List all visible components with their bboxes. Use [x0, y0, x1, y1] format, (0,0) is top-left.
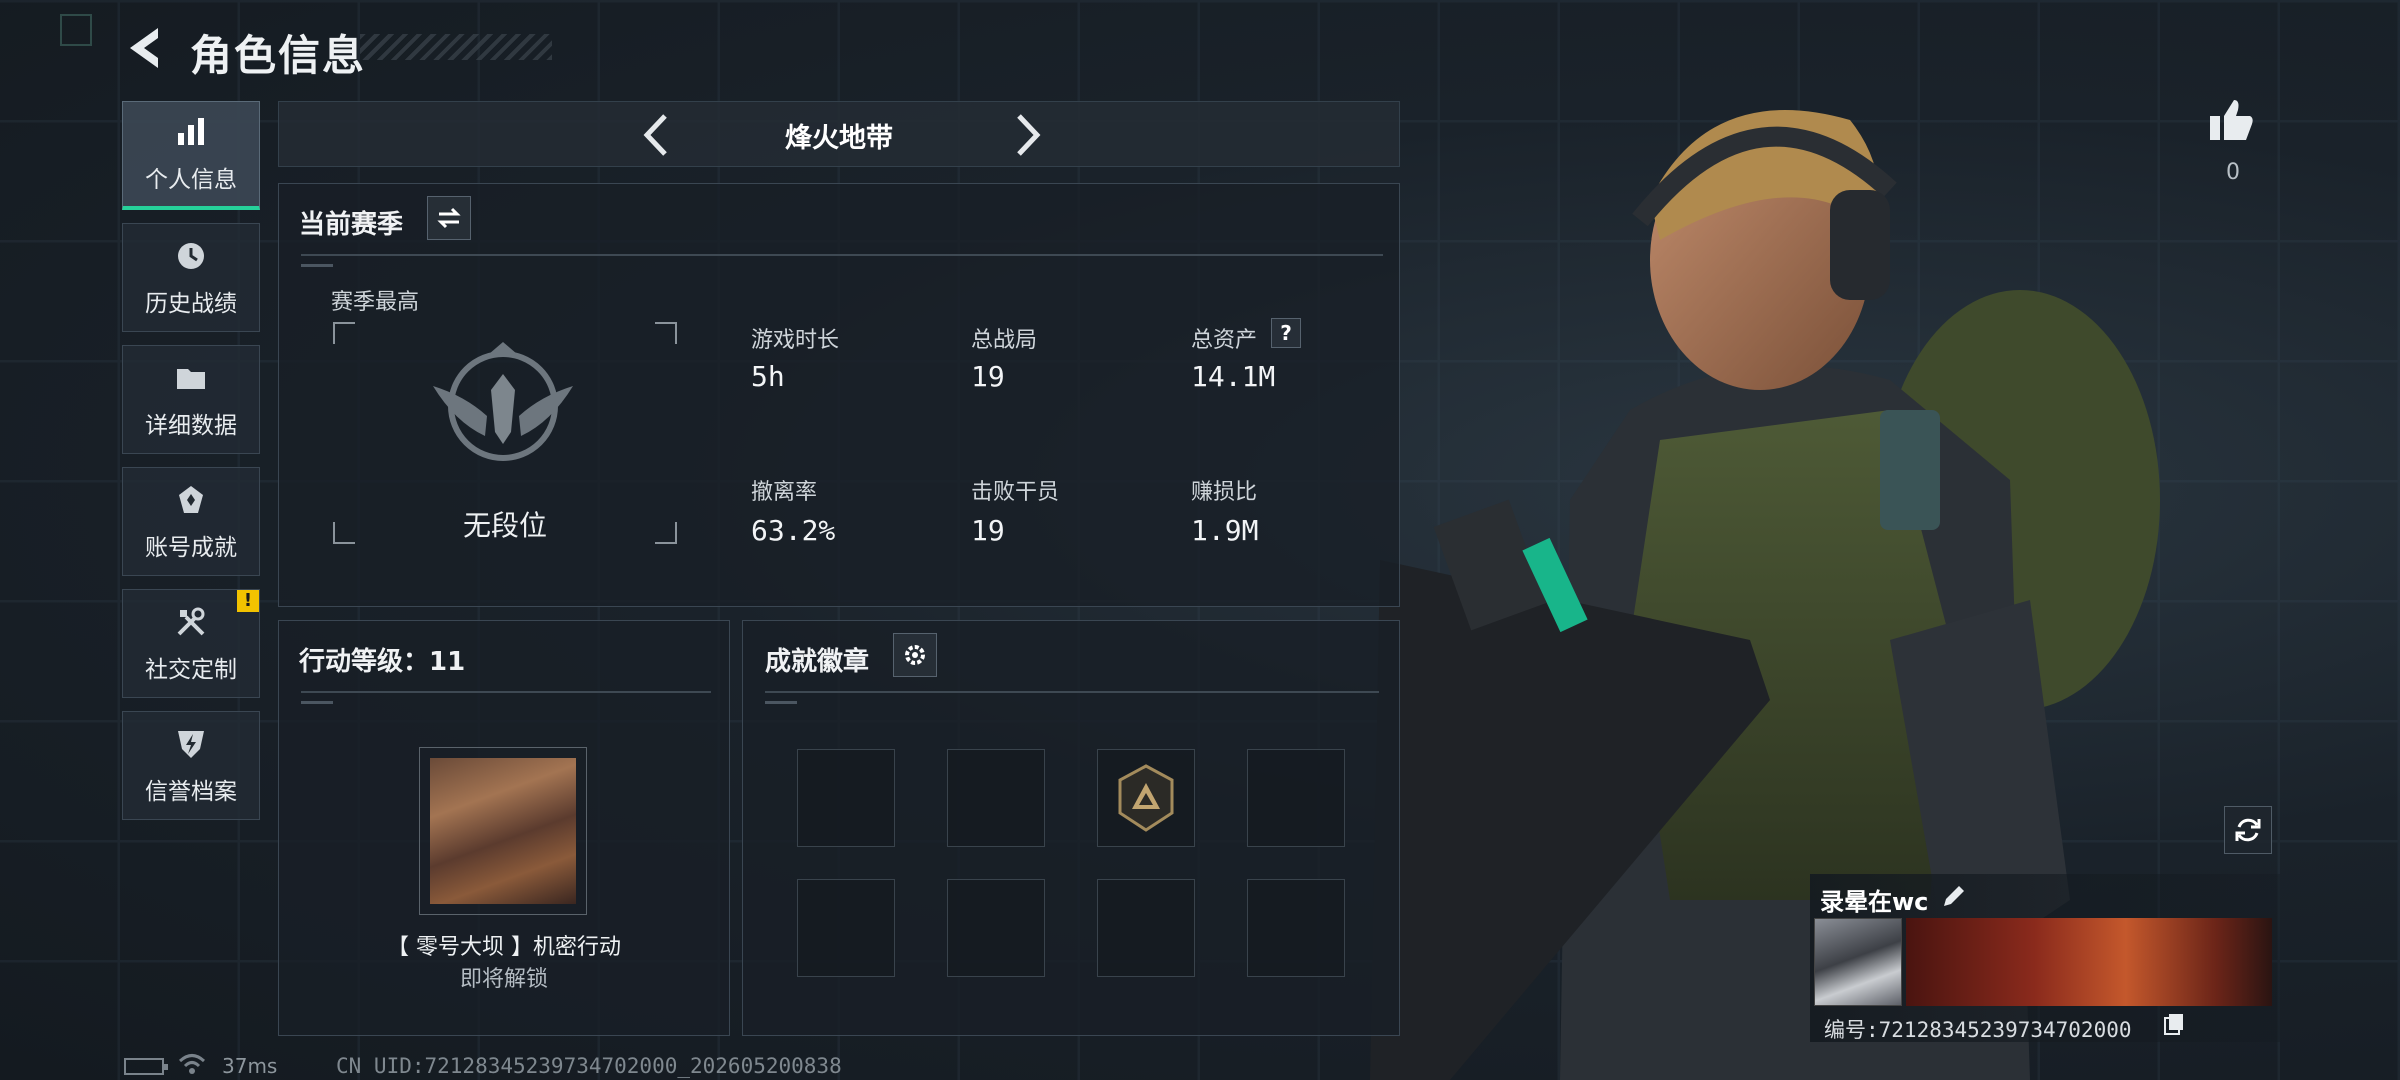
refresh-icon: [2235, 818, 2261, 842]
mode-label: 烽火地带: [785, 123, 893, 154]
sidebar-item-label: 历史战绩: [145, 290, 237, 317]
stat-label-playtime: 游戏时长: [751, 328, 840, 353]
frame-corner: [333, 522, 355, 544]
stat-label-profit-ratio: 赚损比: [1191, 480, 1258, 505]
frame-corner: [333, 322, 355, 344]
mode-selector: 烽火地带: [278, 101, 1400, 167]
action-level-panel: 行动等级：11 【 零号大坝 】机密行动 即将解锁: [278, 620, 730, 1036]
sidebar-item-reputation[interactable]: 信誉档案: [122, 711, 260, 820]
wifi-icon: [178, 1054, 206, 1074]
player-id: 编号:7212834523973470200​0: [1824, 1018, 2132, 1042]
operation-thumbnail[interactable]: [419, 747, 587, 915]
stat-value-total-matches: 19: [971, 360, 1005, 393]
sidebar-item-label: 账号成就: [145, 534, 237, 561]
stat-value-total-assets: 14.1M: [1191, 360, 1276, 393]
stat-value-kills: 19: [971, 514, 1005, 547]
season-best-label: 赛季最高: [331, 290, 420, 315]
badge-slot[interactable]: [1097, 749, 1195, 847]
sidebar-item-social-custom[interactable]: ! 社交定制: [122, 589, 260, 698]
stat-value-profit-ratio: 1.9M: [1191, 514, 1259, 547]
gear-icon: [905, 645, 925, 665]
badge-slot[interactable]: [797, 749, 895, 847]
sidebar-item-achievements[interactable]: 账号成就: [122, 467, 260, 576]
shield-lightning-icon: [173, 726, 209, 762]
badges-divider: [765, 691, 1379, 693]
sidebar: 个人信息 历史战绩 详细数据 账号成就 ! 社交定制 信誉档案: [122, 101, 260, 833]
badge-slot[interactable]: [1247, 879, 1345, 977]
sidebar-item-label: 详细数据: [145, 412, 237, 439]
mode-next-icon[interactable]: [1003, 110, 1049, 160]
badges-title: 成就徽章: [765, 647, 870, 677]
stat-label-kills: 击败干员: [971, 480, 1060, 505]
title-decor-stripe: [360, 34, 552, 60]
operation-image: [430, 758, 576, 904]
badge-slot[interactable]: [947, 749, 1045, 847]
history-clock-icon: [173, 238, 209, 274]
uid-text: CN UID:72128345239734702000_202605200838: [336, 1054, 842, 1078]
corner-marker: [60, 14, 92, 46]
bar-chart-icon: [173, 114, 209, 150]
stat-label-extract-rate: 撤离率: [751, 480, 818, 505]
swap-icon: [437, 207, 461, 229]
frame-corner: [655, 522, 677, 544]
stat-label-total-matches: 总战局: [971, 328, 1038, 353]
sidebar-item-label: 信誉档案: [145, 778, 237, 805]
badge-slot[interactable]: [947, 879, 1045, 977]
badge-slot[interactable]: [1097, 879, 1195, 977]
operation-status: 即将解锁: [459, 967, 548, 992]
battery-icon: [124, 1058, 168, 1075]
avatar[interactable]: [1814, 918, 1902, 1006]
stat-value-playtime: 5h: [751, 360, 785, 393]
badges-settings-button[interactable]: [893, 633, 937, 677]
stat-label-total-assets: 总资产: [1191, 328, 1258, 353]
alert-badge: !: [237, 590, 259, 612]
season-title: 当前赛季: [299, 210, 404, 240]
refresh-button[interactable]: [2224, 806, 2272, 854]
frame-corner: [655, 322, 677, 344]
season-panel: 当前赛季 赛季最高 无段位 游戏时长 5h 总战局 19 总资产 ? 14.1M…: [278, 183, 1400, 607]
badge-slot[interactable]: [1247, 749, 1345, 847]
sidebar-item-label: 社交定制: [145, 656, 237, 683]
sidebar-item-personal-info[interactable]: 个人信息: [122, 101, 260, 210]
player-banner: [1906, 918, 2272, 1006]
badges-panel: 成就徽章: [742, 620, 1400, 1036]
like-count: 0: [2226, 160, 2240, 185]
rank-text: 无段位: [462, 509, 547, 542]
achievement-medal-icon: [173, 482, 209, 518]
stat-value-extract-rate: 63.2%: [751, 514, 836, 547]
back-arrow-icon[interactable]: [118, 22, 170, 74]
copy-icon[interactable]: [2162, 1012, 2186, 1036]
sidebar-item-history[interactable]: 历史战绩: [122, 223, 260, 332]
tools-icon: [173, 604, 209, 640]
decor-rule: [765, 701, 797, 704]
edit-pencil-icon[interactable]: [1940, 882, 1968, 910]
achievement-badge-icon: [1118, 764, 1174, 832]
assets-help-button[interactable]: ?: [1271, 318, 1301, 348]
action-level-title: 行动等级：11: [299, 647, 466, 677]
player-name: 录晕在wc: [1820, 888, 1929, 916]
sidebar-item-detailed-data[interactable]: 详细数据: [122, 345, 260, 454]
rank-eagle-emblem-icon: [433, 342, 573, 461]
season-switch-button[interactable]: [427, 196, 471, 240]
ping-value: 37ms: [222, 1054, 278, 1078]
badge-slot[interactable]: [797, 879, 895, 977]
sidebar-item-label: 个人信息: [145, 167, 237, 193]
folder-icon: [173, 360, 209, 396]
season-divider: [301, 254, 1383, 256]
operation-name: 【 零号大坝 】机密行动: [387, 935, 621, 960]
decor-rule: [301, 264, 333, 267]
thumbs-up-icon[interactable]: [2206, 96, 2256, 146]
action-level-divider: [301, 691, 711, 693]
page-title: 角色信息: [190, 31, 367, 80]
decor-rule: [301, 701, 333, 704]
